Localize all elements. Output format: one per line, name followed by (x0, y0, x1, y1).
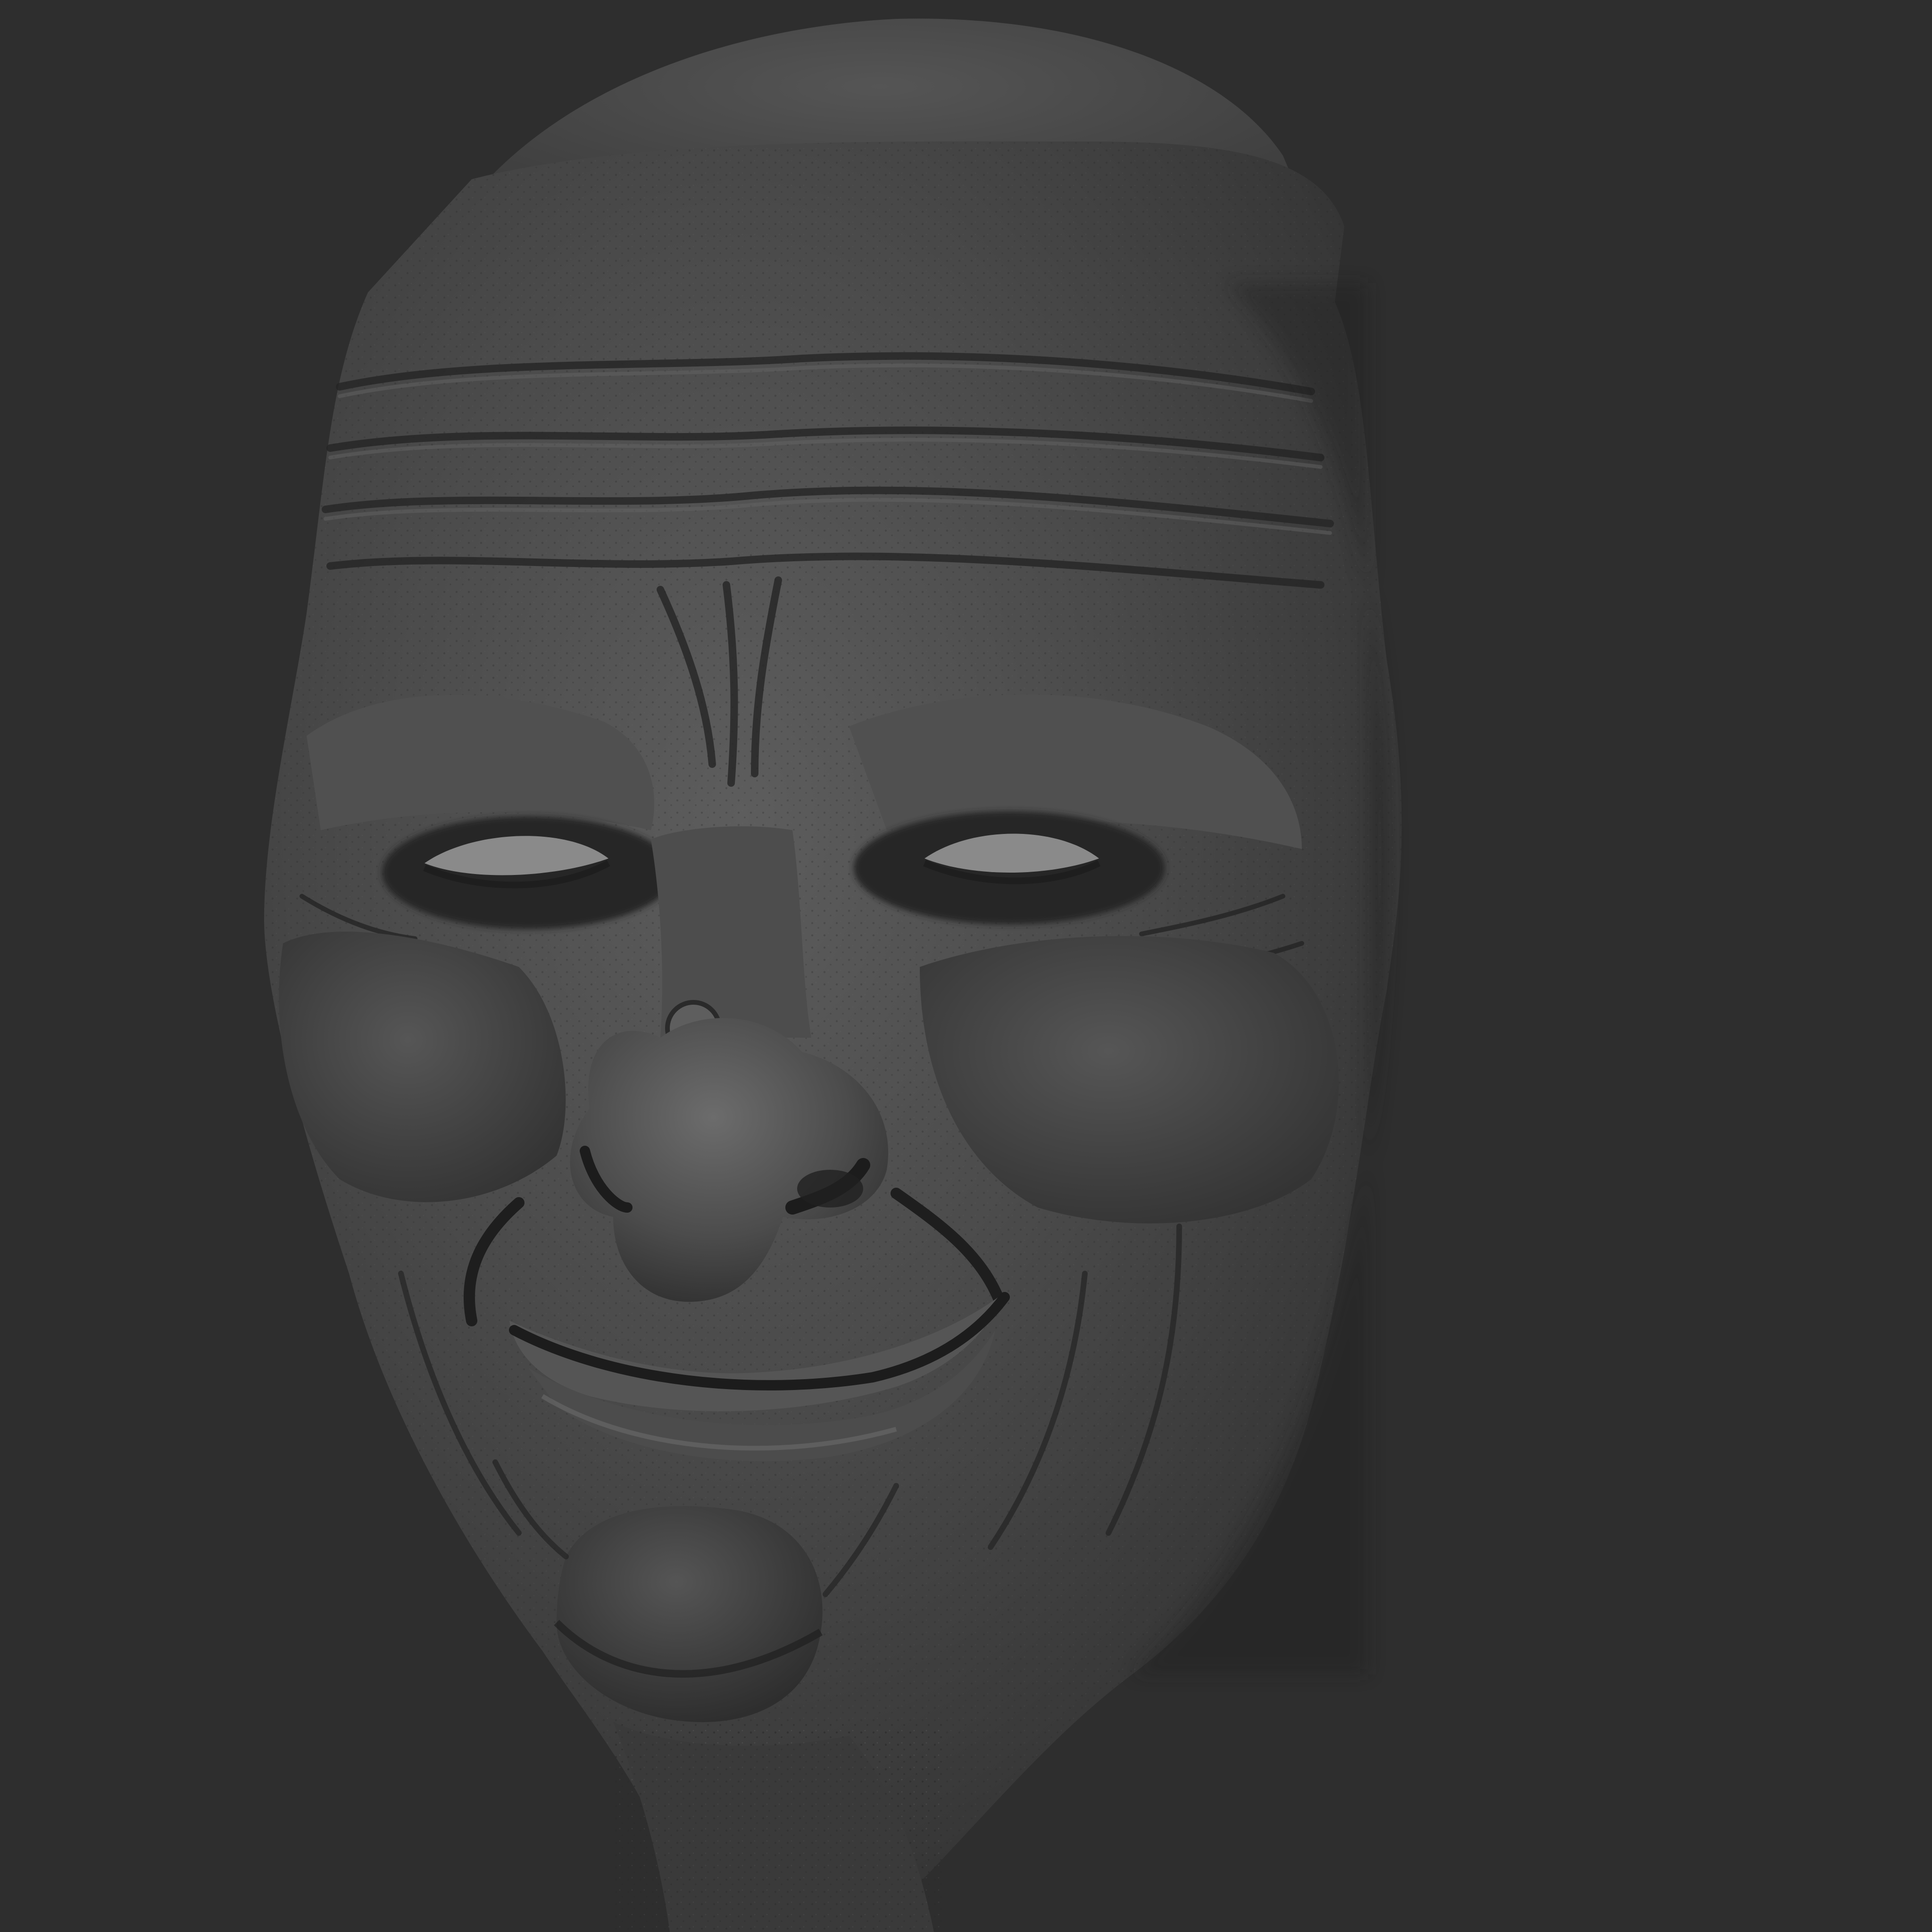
viewport-canvas[interactable] (0, 0, 1932, 1932)
sculpt-head-render (0, 0, 1932, 1932)
nose-bridge (651, 826, 811, 1038)
